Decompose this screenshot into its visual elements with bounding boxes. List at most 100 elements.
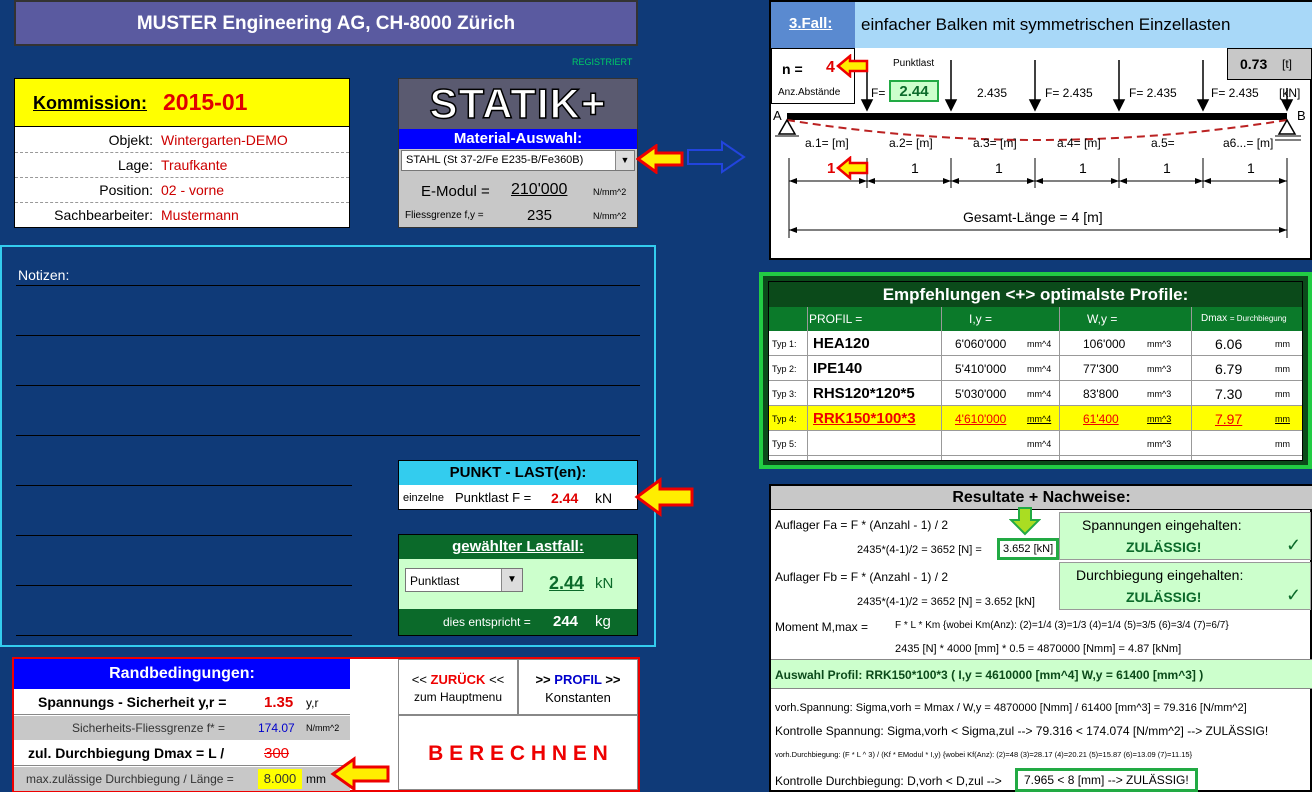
span-label-4: a.4= [m] [1057, 136, 1101, 150]
durch-value[interactable]: 300 [264, 745, 289, 762]
kommission-label: Kommission: [33, 93, 148, 113]
statik-logo: STATIK+ [399, 79, 637, 129]
empf-cell-dmax-unit: mm [1275, 364, 1290, 374]
fliess-label: Sicherheits-Fliessgrenze f* = [72, 721, 226, 735]
lastfall-equiv-value: 244 [553, 613, 579, 630]
punktlast-value[interactable]: 2.44 [551, 490, 578, 506]
span-value-1[interactable]: 1 [827, 160, 835, 177]
max-unit: mm [306, 772, 326, 786]
punktlast-small-label: einzelne [403, 492, 444, 504]
zurueck-button-label: << ZURÜCK << [411, 672, 505, 687]
empf-header-row: PROFIL = I,y = W,y = Dmax = Durchbiegung [769, 307, 1302, 331]
kommission-value[interactable]: 2015-01 [163, 89, 247, 116]
kommission-row: Kommission: 2015-01 [15, 79, 349, 127]
sicherheit-value[interactable]: 1.35 [264, 694, 293, 711]
fa-line1: Auflager Fa = F * (Anzahl - 1) / 2 [775, 518, 949, 532]
span-value-5[interactable]: 1 [1163, 160, 1171, 176]
deflection-curve [786, 119, 1288, 141]
position-value[interactable]: 02 - vorne [161, 182, 224, 198]
support-b-label: B [1297, 108, 1306, 123]
lastfall-title: gewählter Lastfall: [399, 535, 637, 559]
span-value-6[interactable]: 1 [1247, 160, 1255, 176]
objekt-value[interactable]: Wintergarten-DEMO [161, 132, 288, 148]
empf-cell-iy-unit: mm^4 [1027, 339, 1052, 349]
objekt-row: Objekt: Wintergarten-DEMO [15, 128, 349, 153]
empf-cell-iy-unit: mm^4 [1027, 414, 1052, 424]
beam-diagram [775, 60, 1301, 238]
fy-unit: N/mm^2 [593, 211, 627, 221]
profil-button-label: >> PROFIL >> [535, 672, 621, 687]
lastfall-panel: gewählter Lastfall: Punktlast ▼ 2.44 kN … [398, 534, 638, 636]
arrow-right-outline-icon [687, 140, 746, 174]
empf-cell-typ: Typ 3: [772, 389, 797, 399]
empf-title: Empfehlungen <+> optimalste Profile: [769, 282, 1302, 307]
material-select[interactable]: STAHL (St 37-2/Fe E235-B/Fe360B) ▼ [401, 150, 635, 171]
berechnen-button[interactable]: B E R E C H N E N [398, 715, 638, 790]
lastfall-select[interactable]: Punktlast ▼ [405, 568, 523, 592]
emodul-unit: N/mm^2 [593, 187, 627, 197]
punktlast-unit: kN [595, 490, 613, 506]
empf-cell-profil: RRK150*100*3 [813, 410, 916, 427]
fa-line2: 2435*(4-1)/2 = 3652 [N] = [857, 544, 982, 556]
span-value-2[interactable]: 1 [911, 160, 919, 176]
empf-cell-iy-unit: mm^4 [1027, 439, 1052, 449]
res-title: Resultate + Nachweise: [771, 486, 1312, 510]
empf-cell-typ: Typ 4: [772, 414, 797, 424]
span-label-3: a.3= [m] [973, 136, 1017, 150]
empf-cell-profil: HEA120 [813, 335, 870, 352]
moment-line2: 2435 [N] * 4000 [mm] * 0.5 = 4870000 [Nm… [895, 643, 1182, 655]
table-row[interactable]: Typ 2: IPE140 5'410'000 mm^4 77'300 mm^3 6.79 m… [769, 356, 1302, 381]
span-zul: ZULÄSSIG! [1126, 539, 1202, 555]
punktlast-title: PUNKT - LAST(en): [399, 461, 637, 485]
zurueck-button[interactable]: << ZURÜCK << zum Hauptmenu [398, 659, 518, 715]
empf-cell-iy: 5'410'000 [955, 362, 1007, 376]
bearbeiter-value[interactable]: Mustermann [161, 207, 239, 223]
empf-cell-dmax-unit: mm [1275, 439, 1290, 449]
fliess-row: Sicherheits-Fliessgrenze f* = 174.07 N/m… [14, 716, 350, 740]
empf-cell-dmax: 6.06 [1215, 336, 1243, 352]
zurueck-button-sub: zum Hauptmenu [413, 690, 503, 704]
res-panel: Resultate + Nachweise: Auflager Fa = F *… [769, 484, 1312, 792]
empf-cell-typ: Typ 2: [772, 364, 797, 374]
punktlast-panel: PUNKT - LAST(en): einzelne Punktlast F =… [398, 460, 638, 510]
empf-cell-dmax: 7.97 [1215, 411, 1243, 427]
table-row[interactable]: Typ 3: RHS120*120*5 5'030'000 mm^4 83'800 mm^… [769, 381, 1302, 406]
max-value: 8.000 [258, 769, 302, 789]
fliess-value: 174.07 [258, 721, 295, 735]
position-row: Position: 02 - vorne [15, 178, 349, 203]
lage-label: Lage: [117, 157, 153, 173]
chevron-down-icon[interactable]: ▼ [615, 151, 634, 170]
kontrolle-spannung: Kontrolle Spannung: Sigma,vorh < Sigma,z… [775, 724, 1269, 738]
rand-title: Randbedingungen: [14, 659, 350, 689]
kontrolle-durch-value: 7.965 < 8 [mm] --> ZULÄSSIG! [1015, 768, 1198, 792]
chevron-down-icon[interactable]: ▼ [501, 569, 522, 591]
bearbeiter-row: Sachbearbeiter: Mustermann [15, 203, 349, 227]
beam [787, 113, 1287, 120]
durch-ok-label: Durchbiegung eingehalten: [1076, 567, 1244, 583]
profil-button[interactable]: >> PROFIL >> Konstanten [518, 659, 638, 715]
lastfall-unit: kN [595, 575, 614, 592]
empf-cell-wy: 83'800 [1083, 387, 1119, 401]
durch-ok-box: Durchbiegung eingehalten: ZULÄSSIG! ✓ [1059, 562, 1311, 610]
table-row[interactable]: Typ 1: HEA120 6'060'000 mm^4 106'000 mm^3 6.06… [769, 331, 1302, 356]
table-row[interactable]: Typ 4: RRK150*100*3 4'610'000 mm^4 61'400 mm^… [769, 406, 1302, 431]
empf-cell-typ: Typ 1: [772, 339, 797, 349]
notes-label: Notizen: [18, 267, 70, 283]
lastfall-equiv-label: dies entspricht = [443, 615, 531, 629]
empf-cell-wy-unit: mm^3 [1147, 439, 1172, 449]
fb-line2: 2435*(4-1)/2 = 3652 [N] = 3.652 [kN] [857, 596, 1035, 608]
fb-line1: Auflager Fb = F * (Anzahl - 1) / 2 [775, 570, 949, 584]
lage-value[interactable]: Traufkante [161, 157, 227, 173]
fall-link[interactable]: 3.Fall: [771, 2, 855, 48]
app-title: MUSTER Engineering AG, CH-8000 Zürich [14, 0, 638, 46]
lastfall-value: 2.44 [549, 573, 585, 593]
table-row[interactable]: Typ 5: mm^4 mm^3 mm [769, 431, 1302, 456]
empf-cell-dmax-unit: mm [1275, 414, 1290, 424]
empf-cell-wy: 61'400 [1083, 412, 1119, 426]
emodul-value: 210'000 [511, 181, 568, 198]
span-value-3[interactable]: 1 [995, 160, 1003, 176]
empf-cell-dmax-unit: mm [1275, 389, 1290, 399]
check-icon: ✓ [1286, 535, 1302, 555]
span-value-4[interactable]: 1 [1079, 160, 1087, 176]
durch-row: zul. Durchbiegung Dmax = L / 300 [14, 740, 350, 766]
